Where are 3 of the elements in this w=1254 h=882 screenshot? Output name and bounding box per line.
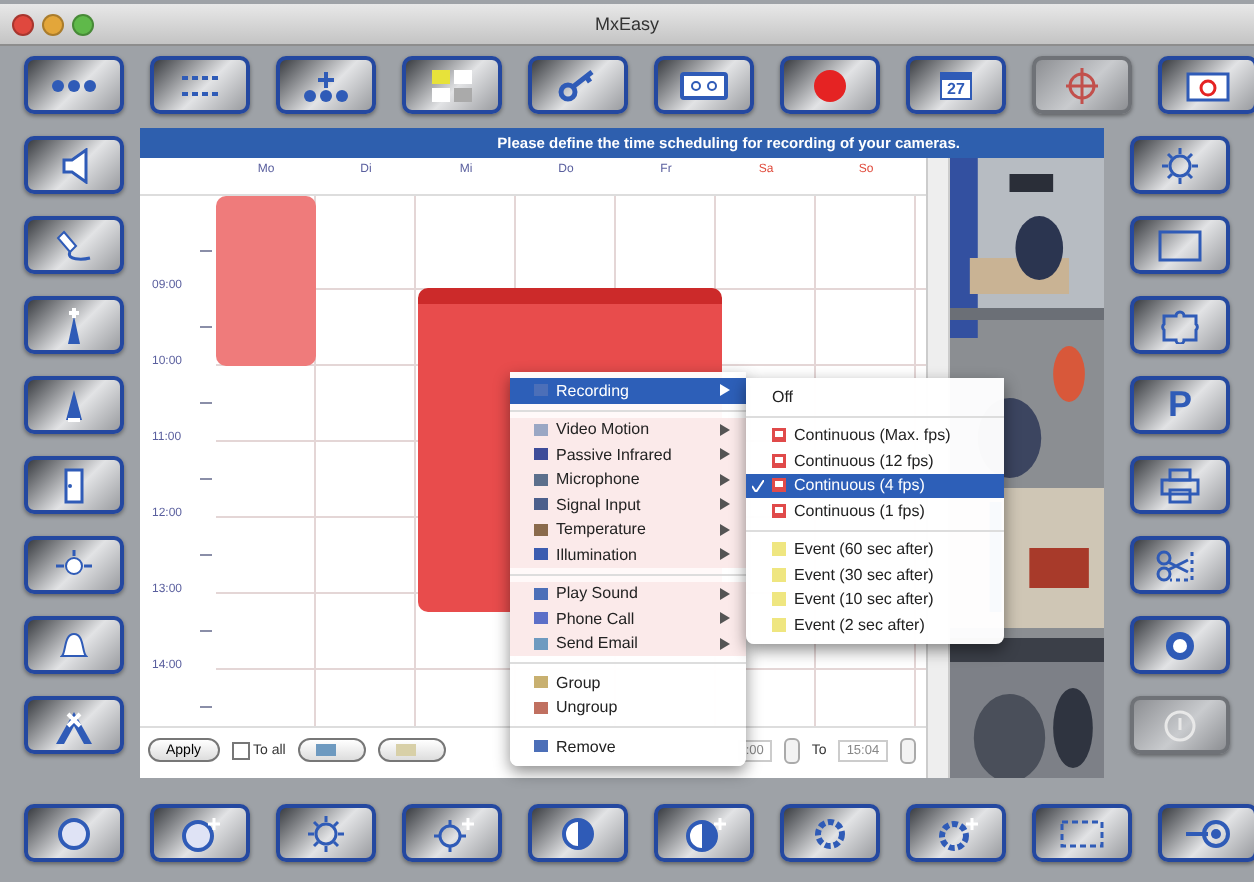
window-title: MxEasy: [595, 14, 659, 34]
calendar-date: 27: [939, 71, 973, 99]
parking-label: P: [1167, 384, 1192, 426]
